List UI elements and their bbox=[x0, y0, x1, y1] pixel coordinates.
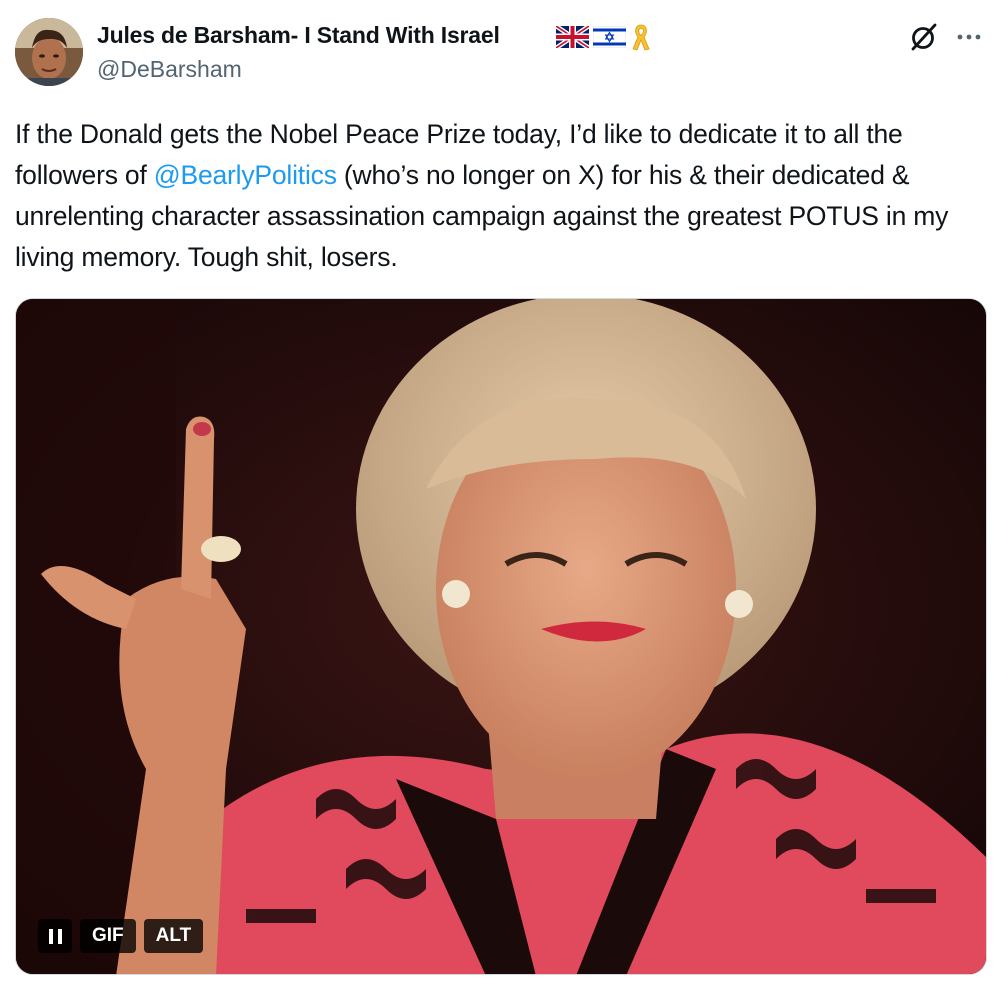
gif-badge: GIF bbox=[80, 919, 136, 953]
more-button[interactable] bbox=[952, 24, 986, 50]
tweet-text: If the Donald gets the Nobel Peace Prize… bbox=[15, 114, 990, 278]
media-controls: GIF ALT bbox=[38, 919, 204, 953]
pause-button[interactable] bbox=[38, 919, 72, 953]
display-name[interactable]: Jules de Barsham- I Stand With Israel bbox=[97, 22, 500, 49]
yellow-ribbon-icon bbox=[632, 24, 650, 51]
pause-icon bbox=[48, 928, 62, 944]
handle[interactable]: @DeBarsham bbox=[97, 56, 242, 83]
more-icon bbox=[957, 34, 981, 40]
name-badges bbox=[556, 22, 652, 52]
avatar-image bbox=[15, 18, 83, 86]
avatar[interactable] bbox=[15, 18, 83, 86]
mention-link[interactable]: @BearlyPolitics bbox=[154, 160, 337, 190]
uk-flag-icon bbox=[556, 26, 589, 48]
grok-icon bbox=[911, 23, 937, 51]
media-gif[interactable]: GIF ALT bbox=[15, 298, 987, 975]
alt-button[interactable]: ALT bbox=[143, 919, 204, 953]
tweet: Jules de Barsham- I Stand With Israel @D… bbox=[0, 0, 1000, 990]
grok-button[interactable] bbox=[907, 20, 941, 54]
gif-image bbox=[16, 299, 986, 974]
israel-flag-icon bbox=[593, 26, 626, 48]
